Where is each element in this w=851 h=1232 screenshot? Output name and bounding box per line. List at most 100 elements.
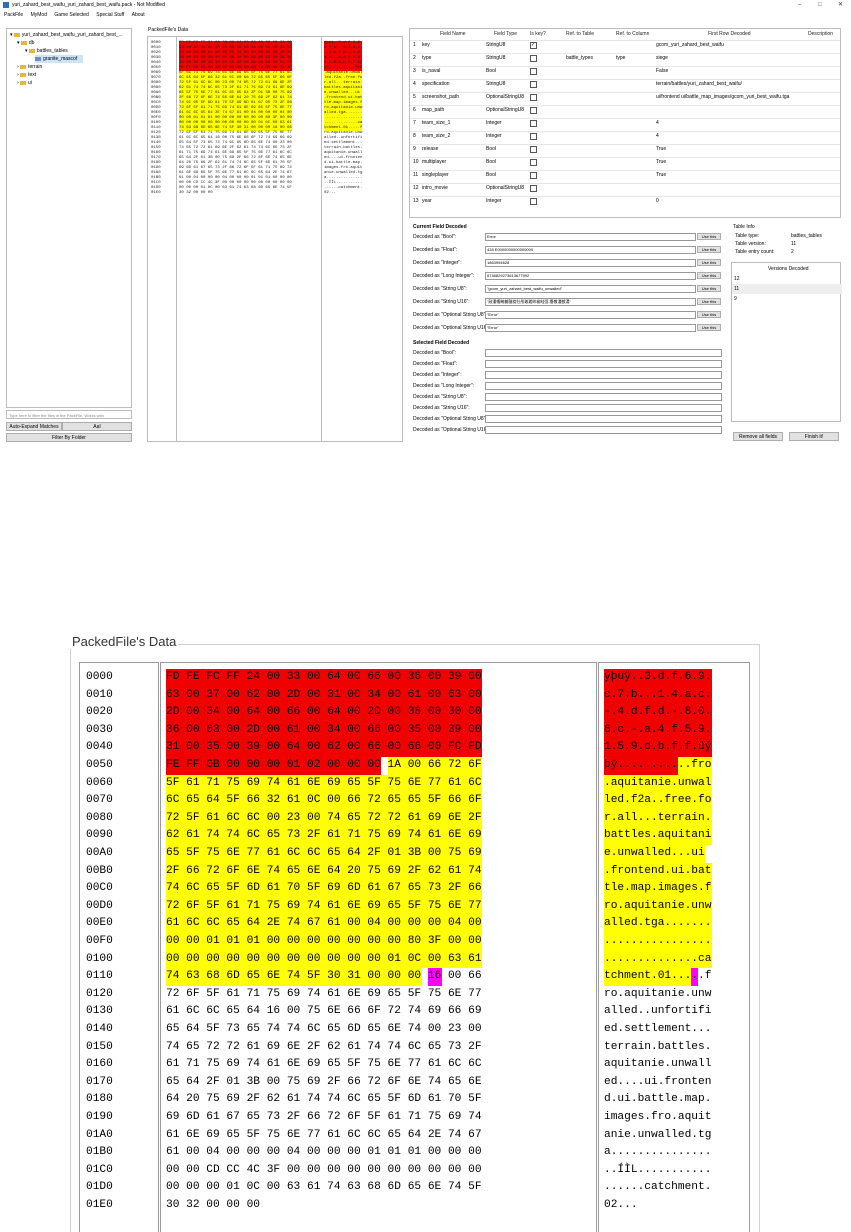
hex-bytes[interactable]: 74 65 72 72 61 69 6E 2F 62 61 74 74 6C 6…: [166, 1039, 482, 1057]
column-header[interactable]: Ref. to Table: [566, 31, 594, 37]
filter-input[interactable]: Type here to filter the files in the Pac…: [6, 410, 132, 419]
selected-decoded-field[interactable]: [485, 371, 722, 379]
menu-packfile[interactable]: PackFile: [4, 12, 23, 18]
is-key-checkbox[interactable]: ✓: [530, 42, 537, 49]
hex-bytes[interactable]: 61 6C 6C 65 64 2E 74 67 61 00 04 00 00 0…: [166, 915, 482, 933]
is-key-checkbox[interactable]: [530, 159, 537, 166]
hex-bytes[interactable]: 30 32 00 00 00: [166, 1197, 260, 1215]
table-row[interactable]: 12 intro_movie OptionalStringU8: [410, 183, 840, 193]
ascii-text[interactable]: .frontend.ui.bat: [604, 863, 711, 881]
is-key-checkbox[interactable]: [530, 120, 537, 127]
version-item[interactable]: 12: [732, 275, 842, 285]
table-row[interactable]: 6 map_path OptionalStringU8: [410, 105, 840, 115]
hex-bytes[interactable]: 00 00 00 00 00 00 00 00 00 00 00 01 0C 0…: [166, 951, 482, 969]
fields-table[interactable]: Field Name Field Type Is key? Ref. to Ta…: [409, 28, 841, 218]
use-this-button[interactable]: Use this: [697, 285, 721, 292]
hex-bytes[interactable]: 72 6F 5F 61 71 75 69 74 61 6E 69 65 5F 7…: [166, 986, 482, 1004]
hex-bytes-column-small[interactable]: FD FE FC FF 24 00 33 00 64 00 66 00 36 0…: [179, 41, 292, 196]
ascii-text[interactable]: tchment.01.....f: [604, 968, 711, 986]
decoded-value-field[interactable]: "gcom_yuri_zahard_best_waifu_unwalled": [485, 285, 696, 293]
menu-mymod[interactable]: MyMod: [31, 12, 47, 18]
decoded-value-field[interactable]: 428 E0000000000000000: [485, 246, 696, 254]
menu-special-stuff[interactable]: Special Stuff: [96, 12, 124, 18]
table-row[interactable]: 1 key StringU8 gcom_yuri_zahard_best_waifu ✓: [410, 40, 840, 50]
column-header[interactable]: Field Type: [494, 31, 517, 37]
hex-bytes[interactable]: 74 6C 65 5F 6D 61 70 5F 69 6D 61 67 65 7…: [166, 880, 482, 898]
tree-root[interactable]: ▾ yuri_zahard_best_waifu_yuri_zahard_bes…: [10, 31, 123, 39]
ascii-text[interactable]: ýþüÿ..3.d.f.6.9.: [604, 669, 711, 687]
use-this-button[interactable]: Use this: [697, 311, 721, 318]
hex-bytes[interactable]: 74 63 68 6D 65 6E 74 5F 30 31 00 00 00 1…: [166, 968, 482, 986]
selected-decoded-field[interactable]: [485, 382, 722, 390]
selected-decoded-field[interactable]: [485, 349, 722, 357]
is-key-checkbox[interactable]: [530, 185, 537, 192]
case-sensitive-button[interactable]: AaI: [62, 422, 132, 431]
table-row[interactable]: 2 type StringU8 battle_types type siege: [410, 53, 840, 63]
hex-bytes[interactable]: FE FF 0B 00 00 00 01 02 00 00 00 1A 00 6…: [166, 757, 482, 775]
hex-bytes[interactable]: 00 00 00 01 0C 00 63 61 74 63 68 6D 65 6…: [166, 1179, 482, 1197]
versions-list[interactable]: Versions Decoded 12 11 9: [731, 262, 842, 422]
selected-decoded-field[interactable]: [485, 426, 722, 434]
decoded-value-field[interactable]: "Error": [485, 324, 696, 332]
ascii-text[interactable]: alled..unfortifi: [604, 1003, 711, 1021]
is-key-checkbox[interactable]: [530, 94, 537, 101]
ascii-text[interactable]: ro.aquitanie.unw: [604, 898, 711, 916]
ascii-text[interactable]: terrain.battles.: [604, 1039, 711, 1057]
decoded-value-field[interactable]: 8746829273613677992: [485, 272, 696, 280]
hex-bytes[interactable]: 5F 61 71 75 69 74 61 6E 69 65 5F 75 6E 7…: [166, 775, 482, 793]
ascii-text[interactable]: a...............: [604, 1144, 711, 1162]
hex-bytes[interactable]: 72 6F 5F 61 71 75 69 74 61 6E 69 65 5F 7…: [166, 898, 482, 916]
ascii-text[interactable]: ro.aquitanie.unw: [604, 986, 711, 1004]
hex-bytes[interactable]: 61 6E 69 65 5F 75 6E 77 61 6C 6C 65 64 2…: [166, 1127, 482, 1145]
decoded-value-field[interactable]: "敲湩㡧畹楲穟桡牡彤敢瑳睟楡畦弳⸳㨱敬湩獣湯": [485, 298, 696, 306]
tree-item-battles-tables[interactable]: ▾ battles_tables: [25, 47, 68, 55]
is-key-checkbox[interactable]: [530, 55, 537, 62]
version-item[interactable]: 9: [732, 295, 842, 304]
table-row[interactable]: 10 multiplayer Bool True: [410, 157, 840, 167]
hex-bytes[interactable]: 36 00 63 00 2D 00 61 00 34 00 66 00 35 0…: [166, 722, 482, 740]
column-header[interactable]: First Row Decoded: [708, 31, 751, 37]
ascii-text[interactable]: ed.settlement...: [604, 1021, 711, 1039]
close-icon[interactable]: ✕: [838, 0, 843, 10]
hex-ascii-column[interactable]: ýþüÿ..3.d.f.6.9. c.7.b...1.4.a.c. -.4.d.f.…: [598, 662, 750, 1232]
ascii-text[interactable]: e.unwalled...ui: [604, 845, 705, 863]
hex-bytes-column[interactable]: FD FE FC FF 24 00 33 00 64 00 66 00 36 0…: [160, 662, 597, 1232]
table-row[interactable]: 4 specification StringU8 terrain/battles/yu…: [410, 79, 840, 89]
ascii-text-small[interactable]: 02...: [324, 191, 362, 196]
decoded-value-field[interactable]: "Error": [485, 311, 696, 319]
ascii-text[interactable]: ed....ui.fronten: [604, 1074, 711, 1092]
version-item[interactable]: 11: [732, 285, 842, 294]
ascii-text[interactable]: images.fro.aquit: [604, 1109, 711, 1127]
selected-decoded-field[interactable]: [485, 360, 722, 368]
ascii-text[interactable]: c.7.b...1.4.a.c.: [604, 687, 711, 705]
use-this-button[interactable]: Use this: [697, 324, 721, 331]
column-header[interactable]: Is key?: [530, 31, 546, 37]
is-key-checkbox[interactable]: [530, 81, 537, 88]
ascii-text[interactable]: tle.map.images.f: [604, 880, 711, 898]
packfile-tree[interactable]: ▾ yuri_zahard_best_waifu_yuri_zahard_bes…: [6, 28, 132, 408]
ascii-text[interactable]: alled.tga.......: [604, 915, 711, 933]
hex-bytes-small[interactable]: 30 32 00 00 00: [179, 191, 292, 196]
table-row[interactable]: 5 screenshot_path OptionalStringU8 ui/front…: [410, 92, 840, 102]
ascii-text[interactable]: ..ÍÌL...........: [604, 1162, 711, 1180]
use-this-button[interactable]: Use this: [697, 272, 721, 279]
auto-expand-button[interactable]: Auto-Expand Matches: [6, 422, 62, 431]
maximize-icon[interactable]: □: [818, 0, 822, 10]
tree-item-ui[interactable]: › ui: [17, 79, 32, 87]
use-this-button[interactable]: Use this: [697, 259, 721, 266]
use-this-button[interactable]: Use this: [697, 246, 721, 253]
hex-ascii-column-small[interactable]: ýþüÿ..3.d.f.6.9. c.7.b...1.4.a.c. -.4.d.f.…: [324, 41, 363, 196]
remove-all-fields-button[interactable]: Remove all fields: [733, 432, 783, 441]
ascii-text[interactable]: .aquitanie.unwal: [604, 775, 711, 793]
hex-bytes[interactable]: 65 5F 75 6E 77 61 6C 6C 65 64 2F 01 3B 0…: [166, 845, 482, 863]
ascii-text[interactable]: d.ui.battle.map.: [604, 1091, 711, 1109]
menu-about[interactable]: About: [132, 12, 145, 18]
ascii-text[interactable]: ..............ca: [604, 951, 711, 969]
ascii-text[interactable]: 1.5.9.d.b.f.f.üý: [604, 739, 711, 757]
ascii-text[interactable]: ......catchment.: [604, 1179, 711, 1197]
decoded-value-field[interactable]: Error: [485, 233, 696, 241]
hex-bytes[interactable]: FD FE FC FF 24 00 33 00 64 00 66 00 36 0…: [166, 669, 482, 687]
hex-bytes[interactable]: 31 00 35 00 39 00 64 00 62 00 66 00 66 0…: [166, 739, 482, 757]
filter-by-folder-button[interactable]: Filter By Folder: [6, 433, 132, 442]
decoded-value-field[interactable]: 1863994628: [485, 259, 696, 267]
